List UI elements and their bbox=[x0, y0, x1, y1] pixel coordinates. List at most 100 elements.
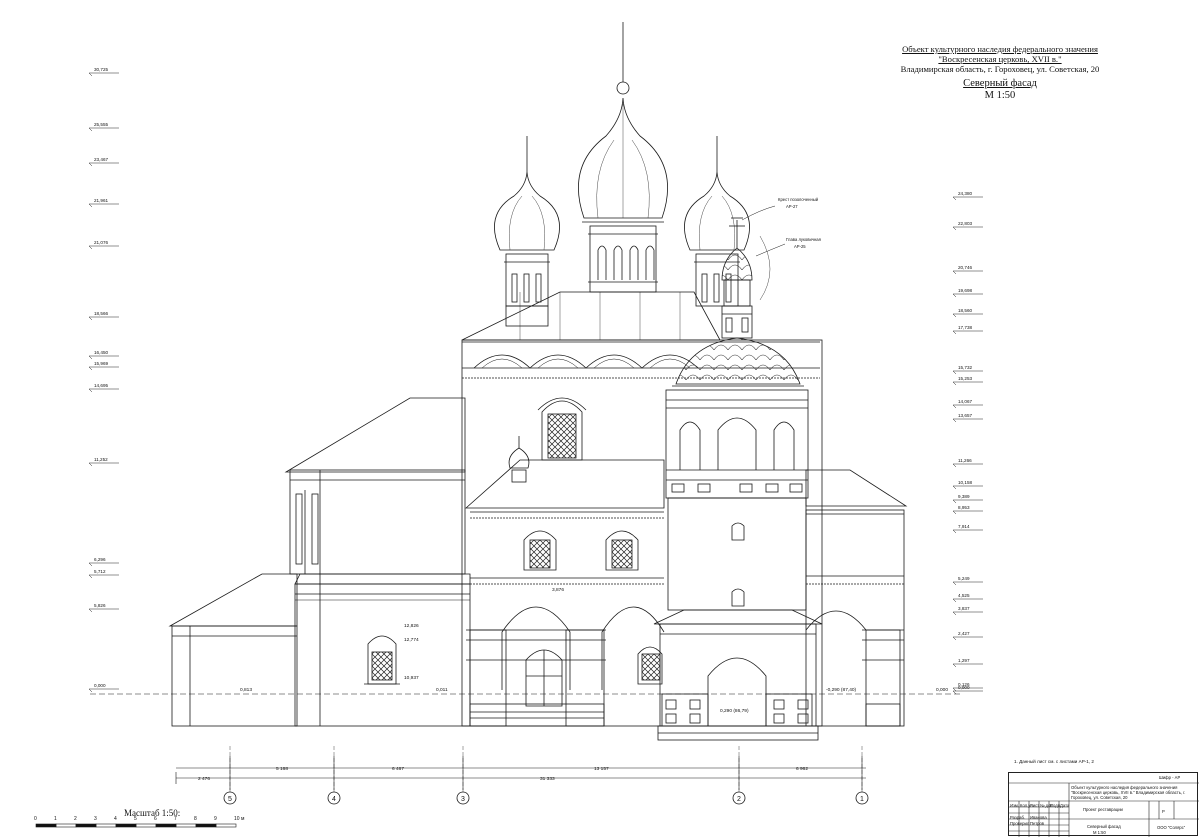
left-level-mark: 15,969 bbox=[88, 361, 119, 371]
axis-2: 2 bbox=[737, 796, 741, 803]
right-level-value: 9,389 bbox=[958, 494, 970, 499]
right-level-value: 3,837 bbox=[958, 606, 970, 611]
right-level-value: 10,158 bbox=[958, 480, 972, 485]
callout-dome-ref: АР-25 bbox=[794, 244, 806, 249]
stamp-sheet-scale: М 1:50 bbox=[1093, 830, 1106, 835]
title-line-1: Объект культурного наследия федерального… bbox=[902, 44, 1098, 54]
right-level-value: 14,067 bbox=[958, 399, 972, 404]
left-level-mark: 16,450 bbox=[88, 350, 119, 360]
right-level-value: 7,914 bbox=[958, 524, 970, 529]
sheet-scale: М 1:50 bbox=[984, 90, 1016, 101]
sheet-name: Северный фасад bbox=[963, 78, 1037, 89]
stamp-project: Проект реставрации bbox=[1083, 807, 1123, 812]
dimension-chain bbox=[175, 756, 866, 790]
left-level-value: 15,969 bbox=[94, 361, 108, 366]
scale-tick-label: 3 bbox=[94, 816, 97, 822]
right-level-value: 22,803 bbox=[958, 221, 972, 226]
right-level-mark: 10,158 bbox=[952, 480, 983, 490]
title-line-2: "Воскресенская церковь, XVII в." bbox=[938, 54, 1062, 64]
mark-sill: 0,813 bbox=[240, 687, 252, 693]
left-level-value: 25,555 bbox=[94, 122, 108, 127]
left-level-mark: 21,076 bbox=[88, 240, 119, 250]
callout-cross: Крест позолоченный bbox=[778, 197, 819, 202]
mark-ground-a: 0,011 bbox=[436, 687, 448, 693]
right-level-value: 5,249 bbox=[958, 576, 970, 581]
right-level-mark: 2,427 bbox=[952, 631, 983, 641]
scale-tick-label: 0 bbox=[34, 816, 37, 822]
title-stamp: Шифр - АР Объект культурного наследия фе… bbox=[1008, 772, 1199, 837]
mark-ground-c: -0,290 (87,40) bbox=[826, 687, 857, 693]
right-level-mark: 8,953 bbox=[952, 505, 983, 515]
right-level-mark: 24,380 bbox=[952, 191, 983, 201]
right-level-mark: 1,297 bbox=[952, 658, 983, 668]
right-level-value: 20,746 bbox=[958, 265, 972, 270]
left-level-mark: 11,252 bbox=[88, 457, 119, 467]
scale-tick-label: 10 м bbox=[234, 816, 245, 822]
right-level-value: 11,266 bbox=[958, 458, 972, 463]
axis-1: 1 bbox=[860, 796, 864, 803]
dim-seg-2: 6 467 bbox=[392, 766, 404, 772]
right-level-mark: 17,738 bbox=[952, 325, 983, 335]
scale-tick-label: 9 bbox=[214, 816, 217, 822]
scale-bar bbox=[35, 823, 237, 828]
stamp-stage: Р bbox=[1162, 809, 1165, 814]
right-level-value: 19,698 bbox=[958, 288, 972, 293]
left-level-mark: 0,000 bbox=[88, 683, 119, 693]
dim-seg-4: 6 962 bbox=[796, 766, 808, 772]
mark-ground-b: 0,290 (86,79) bbox=[720, 708, 749, 714]
left-level-value: 0,000 bbox=[94, 683, 106, 688]
left-level-value: 5,826 bbox=[94, 603, 106, 608]
callout-dome: Глава луковичная bbox=[786, 237, 821, 242]
right-level-mark: 7,914 bbox=[952, 524, 983, 534]
right-level-mark: 22,803 bbox=[952, 221, 983, 231]
stamp-head-1: Изм. bbox=[1010, 803, 1019, 808]
right-level-mark: 5,249 bbox=[952, 576, 983, 586]
left-level-value: 23,467 bbox=[94, 157, 108, 162]
refectory bbox=[168, 397, 471, 727]
stamp-head-3: Лист bbox=[1030, 803, 1040, 808]
porch-cupola bbox=[508, 436, 530, 483]
right-level-value: 2,427 bbox=[958, 631, 970, 636]
left-level-value: 16,450 bbox=[94, 350, 108, 355]
stamp-company: ООО "Солярс" bbox=[1157, 825, 1186, 830]
scale-tick-label: 8 bbox=[194, 816, 197, 822]
left-level-mark: 5,712 bbox=[88, 569, 119, 579]
left-level-value: 21,961 bbox=[94, 198, 108, 203]
right-level-value: 1,297 bbox=[958, 658, 970, 663]
right-level-value: 15,253 bbox=[958, 376, 972, 381]
right-level-mark: 9,389 bbox=[952, 494, 983, 504]
left-level-value: 14,695 bbox=[94, 383, 108, 388]
stamp-role-2: Проверил bbox=[1010, 821, 1030, 826]
title-block: Объект культурного наследия федерального… bbox=[880, 44, 1120, 102]
right-level-value: 8,953 bbox=[958, 505, 970, 510]
left-level-mark: 18,566 bbox=[88, 311, 119, 321]
left-level-mark: 6,296 bbox=[88, 557, 119, 567]
right-level-mark: 14,067 bbox=[952, 399, 983, 409]
scale-tick-label: 2 bbox=[74, 816, 77, 822]
right-level-mark: 19,698 bbox=[952, 288, 983, 298]
stamp-name-1: Иванова bbox=[1030, 815, 1047, 820]
stamp-code: Шифр - АР bbox=[1159, 775, 1181, 780]
axis-4: 4 bbox=[332, 796, 336, 803]
axis-5: 5 bbox=[228, 796, 232, 803]
right-level-value: 0,000 bbox=[958, 685, 970, 690]
callout-leader-dome bbox=[755, 243, 786, 257]
scale-label: Масштаб 1:50: bbox=[124, 808, 181, 818]
scale-tick-label: 1 bbox=[54, 816, 57, 822]
title-line-3: Владимирская область, г. Гороховец, ул. … bbox=[900, 64, 1100, 74]
left-level-value: 11,252 bbox=[94, 457, 108, 462]
left-level-value: 30,725 bbox=[94, 67, 108, 72]
stamp-sheet-title: Северный фасад bbox=[1087, 824, 1121, 829]
mark-window-mid: 12,774 bbox=[404, 637, 419, 643]
right-level-mark: 3,837 bbox=[952, 606, 983, 616]
stamp-role-1: Разраб. bbox=[1010, 815, 1026, 820]
central-dome bbox=[578, 22, 668, 293]
north-facade-elevation: 12,826 12,774 10,937 3,876 0,813 0,011 0… bbox=[34, 22, 983, 828]
axis-bubbles bbox=[223, 746, 869, 805]
scale-tick-label: 4 bbox=[114, 816, 117, 822]
left-level-mark: 30,725 bbox=[88, 67, 119, 77]
right-level-mark: 20,746 bbox=[952, 265, 983, 275]
mark-porch-level: 0,000 bbox=[936, 687, 948, 693]
right-level-mark: 11,266 bbox=[952, 458, 983, 468]
left-level-mark: 14,695 bbox=[88, 383, 119, 393]
